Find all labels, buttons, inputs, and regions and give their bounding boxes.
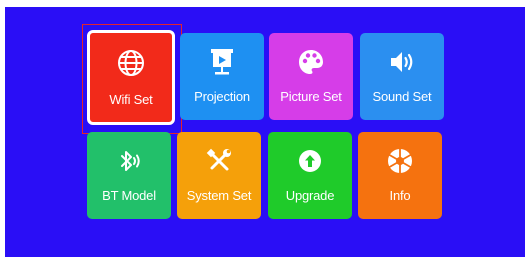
globe-icon <box>90 48 172 78</box>
bluetooth-icon <box>87 146 171 176</box>
aperture-icon <box>358 146 442 176</box>
tile-bt-model[interactable]: BT Model <box>87 132 171 219</box>
projector-screen-icon <box>180 47 264 77</box>
palette-icon <box>269 47 353 77</box>
tile-picture-set[interactable]: Picture Set <box>269 33 353 120</box>
tile-label: System Set <box>186 188 252 203</box>
speaker-icon <box>360 47 444 77</box>
tile-label: Sound Set <box>372 89 432 104</box>
tile-label: Projection <box>194 89 250 104</box>
tile-system-set[interactable]: System Set <box>177 132 261 219</box>
tile-projection[interactable]: Projection <box>180 33 264 120</box>
tile-label: Upgrade <box>285 188 335 203</box>
tile-label: Wifi Set <box>109 92 153 107</box>
tile-info[interactable]: Info <box>358 132 442 219</box>
tools-icon <box>177 146 261 176</box>
tile-sound-set[interactable]: Sound Set <box>360 33 444 120</box>
tile-label: Picture Set <box>280 89 342 104</box>
tile-label: BT Model <box>102 188 156 203</box>
tile-upgrade[interactable]: Upgrade <box>268 132 352 219</box>
tile-label: Info <box>389 188 411 203</box>
launcher-screen <box>5 7 525 257</box>
upgrade-arrow-icon <box>268 146 352 176</box>
tile-wifi-set[interactable]: Wifi Set <box>87 30 175 125</box>
